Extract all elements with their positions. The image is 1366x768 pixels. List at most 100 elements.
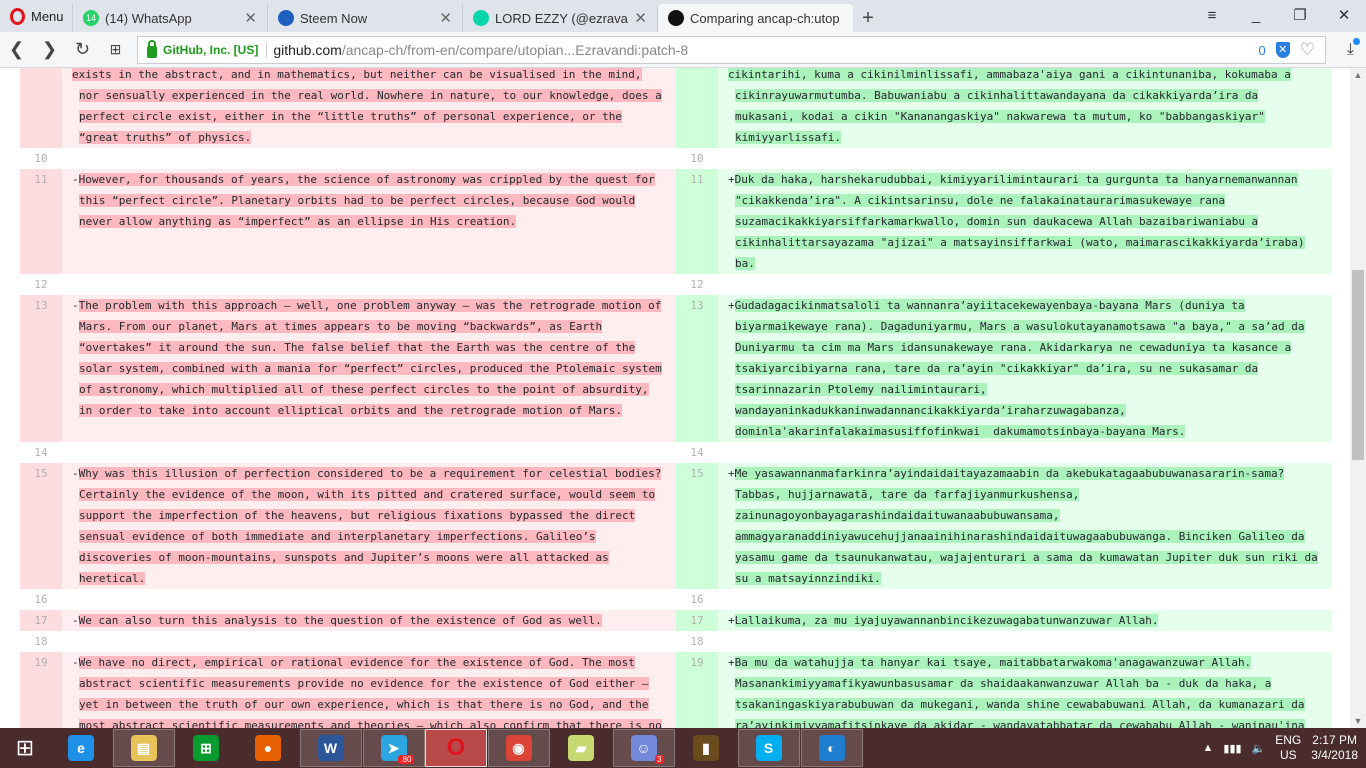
line-number[interactable]: 18 [20, 631, 62, 652]
code-line: -Why was this illusion of perfection con… [72, 463, 676, 484]
url-input[interactable]: GitHub, Inc. [US] github.com /ancap-ch/f… [137, 36, 1326, 64]
code-line: tsakiyarcibiyarna rana, tare da ra’ayin … [728, 358, 1332, 379]
line-number[interactable]: 16 [676, 589, 718, 610]
right-side: 11 +Duk da haka, harshekarudubbai, kimiyy… [676, 169, 1332, 274]
taskbar-internet-explorer[interactable]: e [50, 729, 112, 767]
line-number[interactable]: 13 [20, 295, 62, 442]
restore-button[interactable]: ❐ [1278, 0, 1322, 32]
line-number[interactable]: 11 [20, 169, 62, 274]
clock[interactable]: 2:17 PM 3/4/2018 [1311, 733, 1358, 763]
line-number[interactable]: 12 [20, 274, 62, 295]
lock-icon [147, 40, 157, 58]
new-tab-button[interactable]: + [853, 4, 883, 32]
taskbar-word[interactable]: W [299, 729, 362, 767]
scrollbar-thumb[interactable] [1352, 270, 1364, 460]
diff-row: 15 -Why was this illusion of perfection c… [20, 463, 1332, 589]
speed-dial-button[interactable]: ⊞ [99, 41, 132, 58]
language-indicator[interactable]: ENG US [1275, 733, 1301, 763]
tab-close-icon[interactable]: ✕ [244, 9, 257, 27]
back-button[interactable]: ❮ [0, 39, 33, 60]
taskbar-book[interactable]: ▮ [675, 729, 737, 767]
reload-button[interactable]: ↻ [66, 39, 99, 60]
tab-close-icon[interactable]: ✕ [634, 9, 647, 27]
forward-button[interactable]: ❯ [33, 39, 66, 60]
line-number[interactable] [676, 68, 718, 148]
code-line: +Duk da haka, harshekarudubbai, kimiyyar… [728, 169, 1332, 190]
scroll-down-icon[interactable]: ▼ [1350, 716, 1366, 726]
code-cell [718, 274, 1332, 295]
changed-text: discoveries of moon-mountains, sunspots … [79, 551, 609, 564]
volume-icon[interactable]: 🔈 [1252, 742, 1266, 755]
opera-menu-button[interactable]: Menu [0, 0, 72, 32]
line-number[interactable]: 19 [20, 652, 62, 728]
line-number[interactable]: 10 [20, 148, 62, 169]
close-window-button[interactable]: ✕ [1322, 0, 1366, 32]
line-number[interactable]: 17 [676, 610, 718, 631]
taskbar-chrome[interactable]: ◉ [487, 729, 550, 767]
tray-up-arrow-icon[interactable]: ▲ [1203, 742, 1214, 754]
line-number[interactable]: 19 [676, 652, 718, 728]
right-side: 12 [676, 274, 1332, 295]
code-cell [718, 148, 1332, 169]
blocked-count: 0 [1258, 42, 1266, 58]
network-icon[interactable]: ▮▮▮ [1223, 742, 1241, 755]
tab-close-icon[interactable]: ✕ [439, 9, 452, 27]
code-line: Duniyarmu ta cim ma Mars idansunakewaye … [728, 337, 1332, 358]
opera-logo-icon [10, 7, 25, 25]
taskbar-firefox[interactable]: ● [237, 729, 299, 767]
code-line: sensual evidence of both immediate and i… [72, 526, 676, 547]
scrollbar[interactable]: ▲ ▼ [1350, 68, 1366, 728]
line-number[interactable]: 11 [676, 169, 718, 274]
line-number[interactable] [20, 68, 62, 148]
taskbar-telegram[interactable]: ➤ .80 [362, 729, 425, 767]
tab-title: LORD EZZY (@ezravandi) - [495, 10, 628, 26]
taskbar-discord[interactable]: ☺ 3 [612, 729, 675, 767]
tab-3[interactable]: Comparing ancap-ch:utop [657, 4, 853, 32]
line-number[interactable]: 10 [676, 148, 718, 169]
line-number[interactable]: 14 [676, 442, 718, 463]
tab-favicon-icon: 14 [83, 10, 99, 26]
taskbar-opera[interactable]: O [425, 729, 487, 767]
tab-menu-icon[interactable]: ≡ [1190, 0, 1234, 32]
line-number[interactable]: 17 [20, 610, 62, 631]
left-side: 19 -We have no direct, empirical or ratio… [20, 652, 676, 728]
download-icon[interactable]: ⤓ [1347, 37, 1361, 59]
line-number[interactable]: 12 [676, 274, 718, 295]
line-number[interactable]: 15 [676, 463, 718, 589]
chrome-icon: ◉ [505, 735, 532, 761]
bookmark-heart-icon[interactable]: ♡ [1300, 40, 1315, 60]
line-number[interactable]: 18 [676, 631, 718, 652]
start-button[interactable]: ⊞ [0, 729, 50, 767]
scroll-up-icon[interactable]: ▲ [1350, 70, 1366, 80]
tab-2[interactable]: LORD EZZY (@ezravandi) - ✕ [462, 4, 657, 32]
ad-block-shield-icon[interactable]: ✕ [1275, 42, 1290, 58]
taskbar-file-explorer[interactable]: ▤ [112, 729, 175, 767]
code-line: ba. [728, 253, 1332, 274]
minimize-button[interactable]: _ [1234, 0, 1278, 32]
code-line: -We have no direct, empirical or rationa… [72, 652, 676, 673]
taskbar-store[interactable]: ⊞ [175, 729, 237, 767]
code-line: +Gudadagacikinmatsaloli ta wannanra’ayii… [728, 295, 1332, 316]
left-side: exists in the abstract, and in mathemati… [20, 68, 676, 148]
code-cell: +Ba mu da watahujja ta hanyar kai tsaye,… [718, 652, 1332, 728]
code-line: "cikakkenda’ira". A cikintsarinsu, dole … [728, 190, 1332, 211]
code-line: Masanankimiyyamafikyawunbasusamar da sha… [728, 673, 1332, 694]
code-cell: -The problem with this approach – well, … [62, 295, 676, 442]
line-number[interactable]: 13 [676, 295, 718, 442]
tab-1[interactable]: Steem Now ✕ [267, 4, 462, 32]
changed-text: Gudadagacikinmatsaloli ta wannanra’ayiit… [734, 299, 1245, 312]
diff-marker: - [72, 656, 79, 669]
line-number[interactable]: 14 [20, 442, 62, 463]
line-number[interactable]: 16 [20, 589, 62, 610]
line-number[interactable]: 15 [20, 463, 62, 589]
diff-row: 17 -We can also turn this analysis to the… [20, 610, 1332, 631]
code-cell: +Gudadagacikinmatsaloli ta wannanra’ayii… [718, 295, 1332, 442]
taskbar-sticky-notes[interactable]: ▰ [550, 729, 612, 767]
taskbar-edge-app[interactable]: ◐ [800, 729, 863, 767]
taskbar-skype[interactable]: S [737, 729, 800, 767]
tab-0[interactable]: 14 (14) WhatsApp ✕ [72, 4, 267, 32]
